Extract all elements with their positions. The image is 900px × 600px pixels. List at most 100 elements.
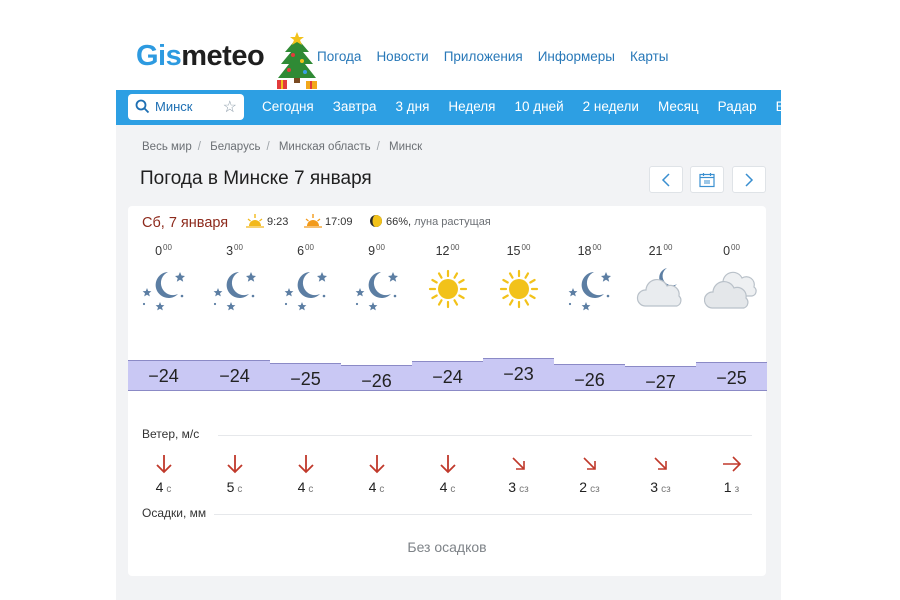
breadcrumb: Весь мир / Беларусь / Минская область / Мин… bbox=[142, 141, 423, 153]
nav-news[interactable]: Новости bbox=[376, 49, 428, 64]
minute-value: 00 bbox=[305, 243, 314, 252]
divider bbox=[218, 435, 752, 436]
hour-value: 12 bbox=[435, 244, 450, 258]
hour-value: 0 bbox=[723, 244, 731, 258]
breadcrumb-minsk[interactable]: Минск bbox=[389, 141, 422, 153]
logo-meteo: meteo bbox=[181, 40, 265, 72]
sunrise: 9:23 bbox=[246, 214, 288, 228]
temperature-value: −26 bbox=[361, 371, 392, 391]
search-value: Минск bbox=[155, 99, 193, 114]
wind-direction: с bbox=[450, 484, 456, 495]
calendar-icon bbox=[699, 172, 715, 187]
wind-arrow-southeast-icon bbox=[554, 453, 625, 477]
logo-gis: Gis bbox=[136, 40, 182, 72]
temperature-value: −24 bbox=[148, 366, 179, 386]
divider bbox=[214, 514, 752, 515]
next-day-button[interactable] bbox=[732, 166, 766, 193]
tab-3-days[interactable]: 3 дня bbox=[396, 99, 430, 114]
wind-speed-value: 2 bbox=[579, 479, 588, 495]
wind-speed-value: 4 bbox=[155, 479, 164, 495]
wind-arrow-south-icon bbox=[341, 453, 412, 477]
logo[interactable]: Gismeteo bbox=[136, 40, 265, 73]
tab-more[interactable]: Еж bbox=[776, 99, 781, 114]
hour-value: 9 bbox=[368, 244, 376, 258]
wind-speed-value: 3 bbox=[508, 479, 517, 495]
moon-phase-icon bbox=[370, 215, 382, 227]
forecast-date: Сб, 7 января bbox=[142, 215, 229, 231]
temperature-value: −24 bbox=[432, 367, 463, 387]
wind-direction: с bbox=[237, 484, 243, 495]
hour-value: 21 bbox=[648, 244, 663, 258]
nav-weather[interactable]: Погода bbox=[317, 49, 361, 64]
tab-radar[interactable]: Радар bbox=[718, 99, 757, 114]
temperature-value: −27 bbox=[645, 372, 676, 392]
sun-icon bbox=[412, 266, 483, 314]
sunset: 17:09 bbox=[304, 214, 353, 228]
calendar-button[interactable] bbox=[690, 166, 724, 193]
prev-day-button[interactable] bbox=[649, 166, 683, 193]
tab-10-days[interactable]: 10 дней bbox=[515, 99, 564, 114]
wind-direction: з bbox=[734, 484, 740, 495]
nav-informers[interactable]: Информеры bbox=[538, 49, 615, 64]
minute-value: 00 bbox=[376, 243, 385, 252]
sunrise-time: 9:23 bbox=[267, 216, 289, 228]
wind-arrow-east-icon bbox=[696, 453, 767, 477]
tab-today[interactable]: Сегодня bbox=[262, 99, 314, 114]
tab-2-weeks[interactable]: 2 недели bbox=[583, 99, 639, 114]
wind-speed-value: 4 bbox=[297, 479, 306, 495]
cloudy-icon bbox=[696, 266, 767, 314]
hour-label: 000 bbox=[696, 243, 767, 258]
nav-maps[interactable]: Карты bbox=[630, 49, 668, 64]
tab-tomorrow[interactable]: Завтра bbox=[333, 99, 377, 114]
wind-speed: 4с bbox=[341, 479, 412, 495]
night-clear-icon bbox=[270, 266, 341, 314]
minute-value: 00 bbox=[521, 243, 531, 252]
wind-arrow-south-icon bbox=[412, 453, 483, 477]
moon-percent: 66%, bbox=[386, 216, 412, 228]
breadcrumb-belarus[interactable]: Беларусь bbox=[210, 141, 260, 153]
wind-speed: 4с bbox=[412, 479, 483, 495]
wind-speed-value: 4 bbox=[368, 479, 377, 495]
hour-label: 000 bbox=[128, 243, 199, 258]
wind-speed-value: 1 bbox=[723, 479, 732, 495]
moon-phase-label: луна растущая bbox=[414, 216, 491, 228]
minute-value: 00 bbox=[163, 243, 172, 252]
breadcrumb-minsk-region[interactable]: Минская область bbox=[279, 141, 371, 153]
wind-arrow-south-icon bbox=[270, 453, 341, 477]
hour-label: 900 bbox=[341, 243, 412, 258]
wind-speed-value: 5 bbox=[226, 479, 235, 495]
tab-month[interactable]: Месяц bbox=[658, 99, 699, 114]
tab-week[interactable]: Неделя bbox=[448, 99, 495, 114]
wind-speed: 4с bbox=[270, 479, 341, 495]
city-search-input[interactable]: Минск ☆ bbox=[128, 94, 244, 120]
temperature-value: −23 bbox=[503, 364, 534, 384]
search-icon bbox=[135, 99, 150, 114]
night-clear-icon bbox=[128, 266, 199, 314]
hour-label: 2100 bbox=[625, 243, 696, 258]
wind-speed: 1з bbox=[696, 479, 767, 495]
precip-label: Осадки, мм bbox=[142, 506, 207, 520]
period-tabs: Сегодня Завтра 3 дня Неделя 10 дней 2 не… bbox=[262, 99, 781, 114]
favorite-star-icon[interactable]: ☆ bbox=[223, 97, 237, 117]
minute-value: 00 bbox=[731, 243, 740, 252]
wind-arrow-southeast-icon bbox=[483, 453, 554, 477]
temperature-value: −24 bbox=[219, 366, 250, 386]
hour-value: 15 bbox=[506, 244, 521, 258]
hour-label: 1800 bbox=[554, 243, 625, 258]
night-clear-icon bbox=[554, 266, 625, 314]
hour-label: 300 bbox=[199, 243, 270, 258]
hour-value: 3 bbox=[226, 244, 234, 258]
minute-value: 00 bbox=[592, 243, 602, 252]
nav-apps[interactable]: Приложения bbox=[444, 49, 523, 64]
hour-label: 1500 bbox=[483, 243, 554, 258]
night-clear-icon bbox=[341, 266, 412, 314]
hour-value: 6 bbox=[297, 244, 305, 258]
breadcrumb-world[interactable]: Весь мир bbox=[142, 141, 192, 153]
page-frame: Gismeteo Погода Новости Приложения Инфор… bbox=[116, 32, 781, 600]
wind-speed: 3 сз bbox=[483, 479, 554, 495]
temperature-value: −25 bbox=[290, 369, 321, 389]
hour-value: 0 bbox=[155, 244, 163, 258]
wind-speed-value: 4 bbox=[439, 479, 448, 495]
sunset-icon bbox=[304, 214, 322, 228]
forecast-card: Сб, 7 января 9:23 17:09 66%, луна растущ… bbox=[128, 206, 767, 576]
